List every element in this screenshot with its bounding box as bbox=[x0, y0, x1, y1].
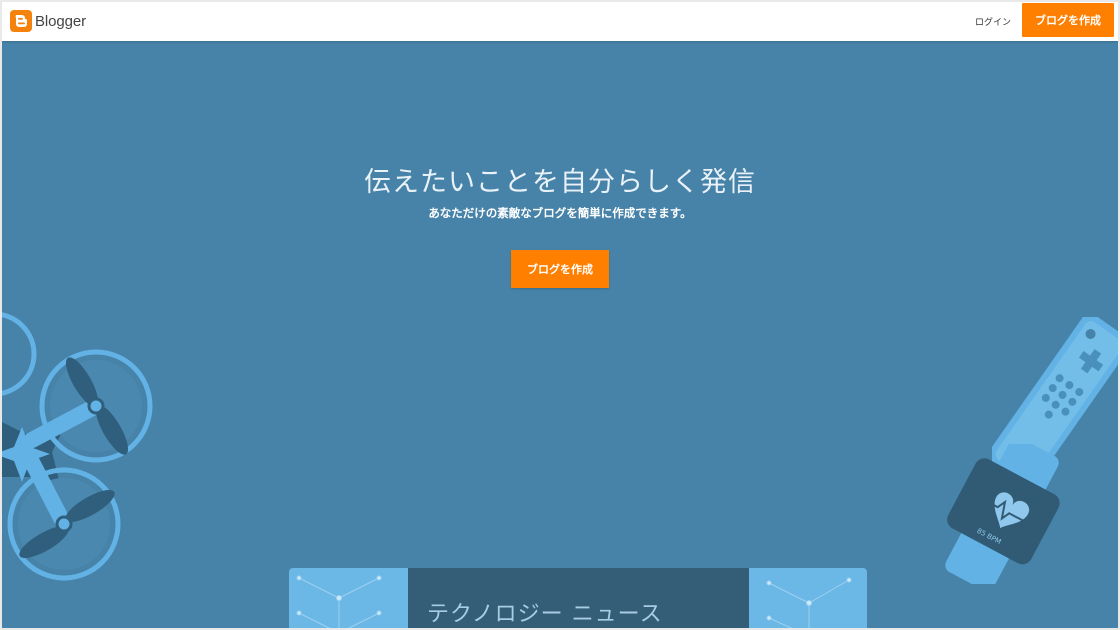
network-pattern-left bbox=[296, 575, 382, 628]
page: Blogger ログイン ブログを作成 伝えたいことを自分らしく発信 あなただけ… bbox=[2, 2, 1118, 628]
header-create-blog-button[interactable]: ブログを作成 bbox=[1022, 3, 1114, 37]
blogger-icon bbox=[10, 10, 32, 32]
news-card[interactable]: テクノロジー ニュース bbox=[289, 568, 867, 628]
hero-title: 伝えたいことを自分らしく発信 bbox=[364, 167, 756, 198]
network-pattern-right bbox=[766, 577, 852, 628]
hero-subtitle: あなただけの素敵なブログを簡単に作成できます。 bbox=[428, 206, 692, 220]
hero-create-blog-button[interactable]: ブログを作成 bbox=[511, 250, 609, 288]
login-link[interactable]: ログイン bbox=[975, 15, 1011, 28]
smartwatch-illustration: 85 BPM bbox=[945, 444, 1060, 584]
blogger-logo[interactable]: Blogger bbox=[10, 9, 86, 33]
drone-illustration bbox=[2, 312, 153, 581]
brand-name: Blogger bbox=[35, 12, 87, 30]
news-card-title: テクノロジー ニュース bbox=[427, 602, 663, 627]
top-navigation-bar: Blogger ログイン ブログを作成 bbox=[2, 2, 1118, 41]
